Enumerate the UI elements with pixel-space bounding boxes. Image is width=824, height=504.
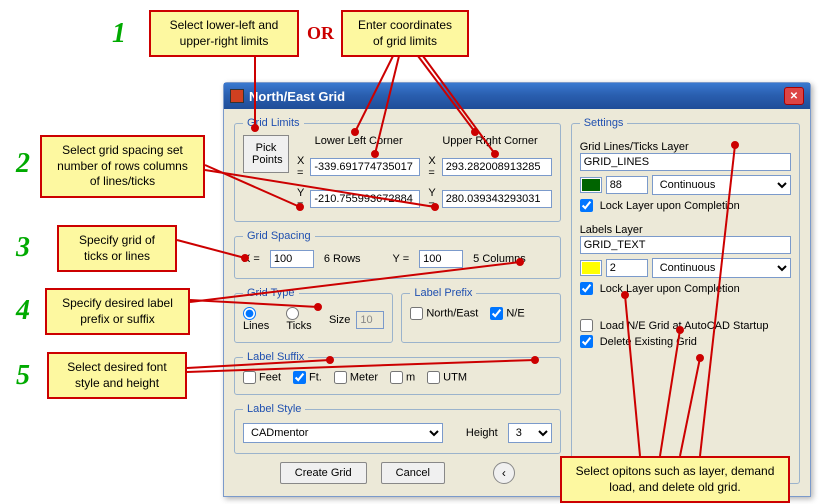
- lower-left-header: Lower Left Corner: [297, 135, 420, 147]
- size-label: Size: [329, 314, 350, 326]
- spacing-y-input[interactable]: [419, 250, 463, 268]
- y-label-2: Y =: [428, 187, 435, 211]
- x-label-2: X =: [428, 155, 435, 179]
- grid-layer-label: Grid Lines/Ticks Layer: [580, 141, 791, 153]
- labels-linetype-select[interactable]: Continuous: [652, 258, 791, 278]
- spacing-x-label: X =: [243, 253, 260, 265]
- group-settings: Settings Grid Lines/Ticks Layer Continuo…: [571, 117, 800, 484]
- cancel-button[interactable]: Cancel: [381, 462, 445, 484]
- grid-color-swatch[interactable]: [580, 177, 602, 193]
- legend-label-prefix: Label Prefix: [410, 287, 476, 299]
- chk-m[interactable]: m: [390, 371, 415, 384]
- chk-feet[interactable]: Feet: [243, 371, 281, 384]
- legend-settings: Settings: [580, 117, 628, 129]
- pick-points-button[interactable]: Pick Points: [243, 135, 289, 173]
- callout-3: Specify grid of ticks or lines: [57, 225, 177, 272]
- callout-6: Select opitons such as layer, demand loa…: [560, 456, 790, 503]
- rows-text: 6 Rows: [324, 253, 361, 265]
- step-4: 4: [16, 295, 30, 327]
- close-icon[interactable]: ✕: [784, 87, 804, 105]
- group-label-suffix: Label Suffix Feet Ft. Meter m UTM: [234, 351, 561, 395]
- titlebar[interactable]: North/East Grid ✕: [224, 83, 810, 109]
- radio-lines[interactable]: Lines: [243, 307, 280, 332]
- chk-delete-existing[interactable]: Delete Existing Grid: [580, 335, 791, 348]
- dialog-window: North/East Grid ✕ Grid Limits Pick Point…: [223, 82, 811, 497]
- legend-label-style: Label Style: [243, 403, 305, 415]
- chk-northeast[interactable]: North/East: [410, 307, 478, 320]
- step-5: 5: [16, 360, 30, 392]
- grid-color-input[interactable]: [606, 176, 648, 194]
- chk-utm[interactable]: UTM: [427, 371, 467, 384]
- chk-labels-lock[interactable]: Lock Layer upon Completion: [580, 282, 791, 295]
- upper-right-header: Upper Right Corner: [428, 135, 551, 147]
- ll-y-input[interactable]: [310, 190, 420, 208]
- callout-5: Select desired font style and height: [47, 352, 187, 399]
- labels-color-input[interactable]: [606, 259, 648, 277]
- size-input: [356, 311, 384, 329]
- callout-1b: Enter coordinates of grid limits: [341, 10, 469, 57]
- ll-x-input[interactable]: [310, 158, 420, 176]
- chk-ne-short[interactable]: N/E: [490, 307, 524, 320]
- callout-2: Select grid spacing set number of rows c…: [40, 135, 205, 198]
- back-icon[interactable]: ‹: [493, 462, 515, 484]
- radio-ticks[interactable]: Ticks: [286, 307, 323, 332]
- cols-text: 5 Columns: [473, 253, 526, 265]
- labels-layer-label: Labels Layer: [580, 224, 791, 236]
- callout-4: Specify desired label prefix or suffix: [45, 288, 190, 335]
- group-label-prefix: Label Prefix North/East N/E: [401, 287, 560, 343]
- labels-layer-input[interactable]: [580, 236, 791, 254]
- dialog-title: North/East Grid: [249, 89, 345, 104]
- legend-grid-limits: Grid Limits: [243, 117, 304, 129]
- app-icon: [230, 89, 244, 103]
- grid-layer-input[interactable]: [580, 153, 791, 171]
- chk-grid-lock[interactable]: Lock Layer upon Completion: [580, 199, 791, 212]
- chk-ft[interactable]: Ft.: [293, 371, 322, 384]
- create-grid-button[interactable]: Create Grid: [280, 462, 367, 484]
- group-grid-spacing: Grid Spacing X = 6 Rows Y = 5 Columns: [234, 230, 561, 279]
- callout-or: OR: [307, 23, 334, 44]
- font-select[interactable]: CADmentor: [243, 423, 443, 443]
- ur-x-input[interactable]: [442, 158, 552, 176]
- ur-y-input[interactable]: [442, 190, 552, 208]
- step-1: 1: [112, 18, 126, 50]
- group-label-style: Label Style CADmentor Height 3: [234, 403, 561, 454]
- labels-color-swatch[interactable]: [580, 260, 602, 276]
- chk-load-startup[interactable]: Load N/E Grid at AutoCAD Startup: [580, 319, 791, 332]
- legend-label-suffix: Label Suffix: [243, 351, 308, 363]
- step-2: 2: [16, 148, 30, 180]
- spacing-y-label: Y =: [393, 253, 410, 265]
- grid-linetype-select[interactable]: Continuous: [652, 175, 791, 195]
- legend-grid-spacing: Grid Spacing: [243, 230, 315, 242]
- chk-meter[interactable]: Meter: [334, 371, 378, 384]
- spacing-x-input[interactable]: [270, 250, 314, 268]
- legend-grid-type: Grid Type: [243, 287, 299, 299]
- group-grid-limits: Grid Limits Pick Points Lower Left Corne…: [234, 117, 561, 222]
- group-grid-type: Grid Type Lines Ticks Size: [234, 287, 393, 343]
- callout-1a: Select lower-left and upper-right limits: [149, 10, 299, 57]
- y-label: Y =: [297, 187, 304, 211]
- step-3: 3: [16, 232, 30, 264]
- x-label: X =: [297, 155, 304, 179]
- height-select[interactable]: 3: [508, 423, 552, 443]
- height-label: Height: [466, 427, 498, 439]
